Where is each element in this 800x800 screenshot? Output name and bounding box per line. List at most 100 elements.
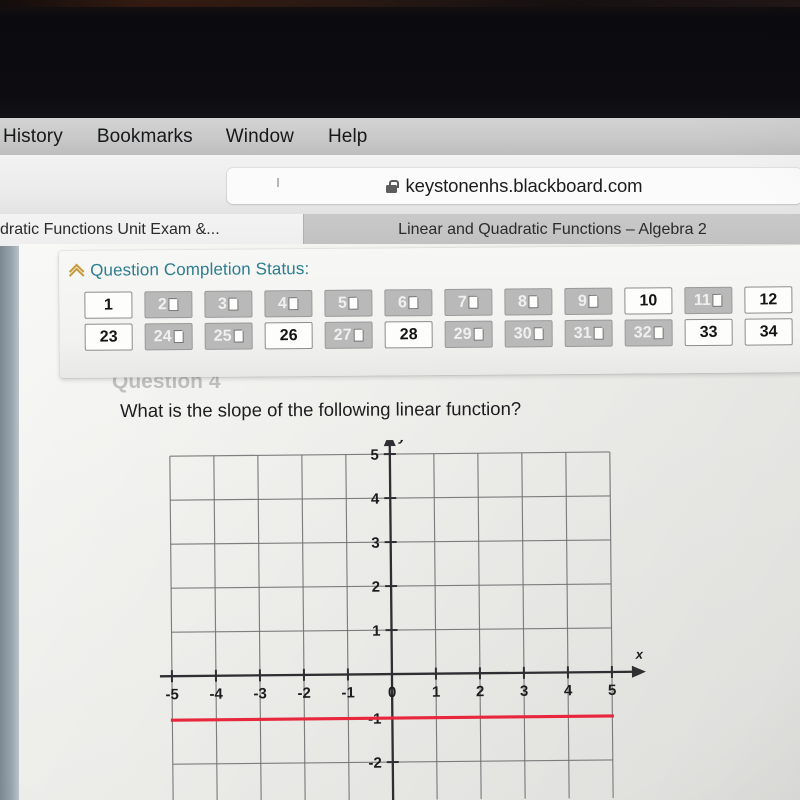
question-number-row: 23 24 25 26 27 28 29 30 31 32 33 34 35 [84,318,800,351]
question-button-25[interactable]: 25 [204,322,253,350]
question-button-label: 24 [153,327,172,345]
document-icon [353,327,365,342]
question-button-33[interactable]: 33 [684,318,733,347]
question-button-label: 30 [513,324,532,342]
question-button-label: 33 [699,323,718,341]
document-icon [228,296,240,311]
toolbar-artifact [277,178,279,187]
question-completion-status-title: Question Completion Status: [90,259,310,280]
question-button-9[interactable]: 9 [564,287,613,316]
document-icon [348,295,360,310]
menu-item-window[interactable]: Window [226,126,294,148]
svg-text:-5: -5 [165,686,179,703]
question-button-4[interactable]: 4 [264,290,313,318]
question-button-8[interactable]: 8 [504,288,553,316]
address-bar-url: keystonenhs.blackboard.com [405,175,643,196]
question-completion-status-header[interactable]: Question Completion Status: [70,259,309,281]
question-button-23[interactable]: 23 [84,323,133,351]
question-button-label: 25 [213,327,232,345]
question-button-6[interactable]: 6 [384,289,433,317]
question-button-label: 29 [453,325,472,343]
svg-text:-2: -2 [368,755,382,772]
question-button-3[interactable]: 3 [204,290,253,318]
question-button-label: 12 [759,290,778,308]
svg-text:4: 4 [564,682,573,699]
question-button-34[interactable]: 34 [744,318,793,346]
address-bar[interactable]: keystonenhs.blackboard.com [227,168,800,204]
question-button-label: 2 [157,295,167,313]
document-icon [593,325,605,340]
svg-text:0: 0 [388,684,397,701]
question-button-24[interactable]: 24 [144,322,193,351]
tab-strip: dratic Functions Unit Exam &... Linear a… [0,214,800,246]
svg-text:5: 5 [370,447,379,464]
question-button-label: 1 [103,296,113,314]
document-icon [528,294,540,309]
document-icon [468,294,480,309]
document-icon [233,328,245,343]
menu-bar: History Bookmarks Window Help [0,118,800,155]
chevron-up-icon[interactable] [70,264,83,277]
question-button-label: 27 [333,326,352,344]
menu-item-help[interactable]: Help [328,126,367,148]
svg-text:-4: -4 [209,686,223,703]
svg-text:2: 2 [372,579,381,596]
question-completion-status-panel: Question Completion Status: 1 2 3 4 5 6 … [59,245,800,378]
menu-item-history[interactable]: History [3,126,63,148]
question-number-grid: 1 2 3 4 5 6 7 8 9 10 11 12 13 23 24 25 2… [84,286,800,356]
question-button-label: 4 [277,294,287,312]
question-button-5[interactable]: 5 [324,289,373,317]
document-icon [653,325,665,340]
question-button-11[interactable]: 11 [684,286,733,315]
question-button-label: 31 [573,324,592,342]
document-icon [168,297,180,312]
question-button-label: 3 [217,295,227,313]
question-button-label: 23 [99,328,118,346]
svg-text:2: 2 [476,683,485,700]
question-button-2[interactable]: 2 [144,290,193,319]
svg-text:3: 3 [520,683,529,700]
svg-text:x: x [635,647,644,662]
document-icon [288,296,300,311]
tab-label: Linear and Quadratic Functions – Algebra… [398,221,707,238]
tab-linear-and-quadratic-functions[interactable]: Linear and Quadratic Functions – Algebra… [303,214,800,246]
question-button-7[interactable]: 7 [444,288,493,316]
question-button-27[interactable]: 27 [324,321,373,349]
linear-function-graph: -5-4-3-2-1012345-3-2-112345xy [157,437,651,800]
question-button-1[interactable]: 1 [84,291,133,319]
question-button-label: 11 [693,291,711,309]
document-icon [173,329,185,344]
question-button-29[interactable]: 29 [444,320,493,348]
graph-svg: -5-4-3-2-1012345-3-2-112345xy [157,437,646,800]
photographed-screen: History Bookmarks Window Help keystonenh… [0,0,800,800]
question-button-label: 26 [279,326,298,344]
svg-text:-2: -2 [297,685,311,702]
svg-text:4: 4 [371,491,380,508]
question-button-label: 10 [639,291,658,309]
question-button-10[interactable]: 10 [624,287,673,315]
tab-quadratic-functions-unit-exam[interactable]: dratic Functions Unit Exam &... [0,214,319,246]
question-button-label: 28 [399,325,418,343]
question-button-32[interactable]: 32 [624,319,673,347]
document-icon [408,295,420,310]
monitor-bezel-left-lower [0,236,19,800]
lock-icon [386,179,399,193]
svg-text:5: 5 [608,682,617,699]
question-button-label: 7 [457,293,467,311]
tab-label: dratic Functions Unit Exam &... [0,221,220,238]
question-button-31[interactable]: 31 [564,319,613,348]
question-button-30[interactable]: 30 [504,320,553,348]
question-button-label: 5 [337,294,347,312]
question-button-label: 32 [633,323,652,341]
document-icon [533,326,545,341]
question-button-28[interactable]: 28 [384,321,433,349]
question-button-label: 34 [759,322,778,340]
question-button-label: 9 [577,292,587,310]
svg-text:3: 3 [371,535,380,552]
monitor-bezel-top [0,0,800,120]
menu-item-bookmarks[interactable]: Bookmarks [97,126,193,148]
question-button-label: 8 [517,292,527,310]
svg-text:-3: -3 [253,685,267,702]
question-button-26[interactable]: 26 [264,322,313,350]
question-button-12[interactable]: 12 [744,286,793,314]
